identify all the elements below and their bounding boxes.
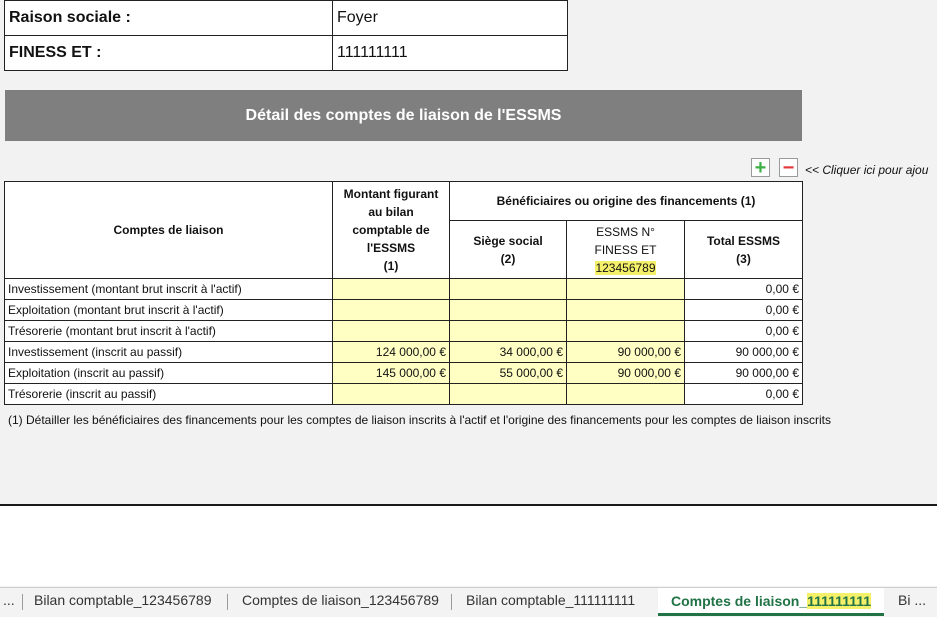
total-cell: 90 000,00 € <box>684 362 803 384</box>
essms-cell[interactable]: 90 000,00 € <box>566 362 685 384</box>
header-siege-line: (2) <box>500 251 516 266</box>
row-label: Investissement (inscrit au passif) <box>4 341 333 363</box>
siege-cell[interactable] <box>449 320 567 342</box>
finess-value[interactable]: 111111111 <box>332 35 568 71</box>
tab-bilan-comptable-111111111[interactable]: Bilan comptable_111111111 <box>466 592 635 608</box>
header-montant: Montant figurant au bilan comptable de l… <box>332 181 450 279</box>
siege-cell[interactable] <box>449 383 567 405</box>
montant-cell[interactable] <box>332 278 450 300</box>
header-siege-line: Siège social <box>473 233 543 248</box>
siege-cell[interactable] <box>449 299 567 321</box>
total-cell: 0,00 € <box>684 278 803 300</box>
row-label: Exploitation (montant brut inscrit à l'a… <box>4 299 333 321</box>
table-row: Trésorerie (montant brut inscrit à l'act… <box>4 320 803 342</box>
header-montant-line: comptable de <box>352 223 430 237</box>
header-essms-line: FINESS ET <box>594 242 657 257</box>
montant-cell[interactable]: 145 000,00 € <box>332 362 450 384</box>
remove-row-button[interactable]: − <box>779 156 798 179</box>
minus-icon: − <box>782 156 795 179</box>
tab-separator <box>451 594 452 610</box>
sheet-tab-bar: ... Bilan comptable_123456789 Comptes de… <box>0 587 937 617</box>
row-label: Investissement (montant brut inscrit à l… <box>4 278 333 300</box>
tab-bilan-comptable-123456789[interactable]: Bilan comptable_123456789 <box>34 592 211 608</box>
empty-sheet-area <box>0 506 937 586</box>
montant-cell[interactable]: 124 000,00 € <box>332 341 450 363</box>
raison-sociale-label: Raison sociale : <box>4 0 333 36</box>
table-row: Investissement (montant brut inscrit à l… <box>4 278 803 300</box>
montant-cell[interactable] <box>332 320 450 342</box>
table-row: Exploitation (montant brut inscrit à l'a… <box>4 299 803 321</box>
raison-sociale-value[interactable]: Foyer <box>332 0 568 36</box>
tab-comptes-liaison-111111111[interactable]: Comptes de liaison_ 111111111 <box>658 588 884 616</box>
montant-cell[interactable] <box>332 299 450 321</box>
header-total-line: Total ESSMS <box>706 233 781 248</box>
total-cell: 0,00 € <box>684 299 803 321</box>
header-essms-finess-number: 123456789 <box>595 260 656 275</box>
active-tab-finess: 111111111 <box>807 592 872 609</box>
header-essms-line: ESSMS N° <box>596 224 655 239</box>
essms-cell[interactable] <box>566 383 685 405</box>
row-label: Trésorerie (inscrit au passif) <box>4 383 333 405</box>
footnote: (1) Détailler les bénéficiaires des fina… <box>8 413 831 427</box>
essms-cell[interactable] <box>566 299 685 321</box>
siege-cell[interactable]: 55 000,00 € <box>449 362 567 384</box>
tab-separator <box>227 594 228 610</box>
plus-icon: + <box>754 156 767 179</box>
header-montant-line: au bilan <box>368 205 414 219</box>
section-title-banner: Détail des comptes de liaison de l'ESSMS <box>5 90 802 141</box>
montant-cell[interactable] <box>332 383 450 405</box>
header-comptes-de-liaison: Comptes de liaison <box>4 181 333 279</box>
table-row: Exploitation (inscrit au passif) 145 000… <box>4 362 803 384</box>
spreadsheet-area: Raison sociale : Foyer FINESS ET : 11111… <box>0 0 937 505</box>
header-beneficiaires: Bénéficiaires ou origine des financement… <box>449 181 803 221</box>
establishment-info-table: Raison sociale : Foyer FINESS ET : 11111… <box>4 0 568 71</box>
tab-comptes-liaison-123456789[interactable]: Comptes de liaison_123456789 <box>242 592 439 608</box>
header-montant-line: Montant figurant <box>343 187 439 201</box>
add-row-button[interactable]: + <box>751 156 770 179</box>
comptes-liaison-table: Comptes de liaison Montant figurant au b… <box>4 181 803 405</box>
total-cell: 0,00 € <box>684 320 803 342</box>
row-label: Trésorerie (montant brut inscrit à l'act… <box>4 320 333 342</box>
tab-bi-truncated[interactable]: Bi ... <box>898 592 926 608</box>
essms-cell[interactable] <box>566 278 685 300</box>
header-montant-line: l'ESSMS <box>366 241 416 255</box>
add-row-hint: << Cliquer ici pour ajou <box>805 163 929 177</box>
header-montant-line: (1) <box>383 259 399 273</box>
table-row: Investissement (inscrit au passif) 124 0… <box>4 341 803 363</box>
finess-label: FINESS ET : <box>4 35 333 71</box>
tab-separator <box>22 594 23 610</box>
essms-cell[interactable]: 90 000,00 € <box>566 341 685 363</box>
header-essms-line: 123456789 <box>570 259 681 277</box>
header-total-line: (3) <box>736 251 751 266</box>
essms-cell[interactable] <box>566 320 685 342</box>
header-siege-social: Siège social (2) <box>449 220 567 279</box>
tab-scroll-left[interactable]: ... <box>3 592 15 608</box>
header-total-essms: Total ESSMS (3) <box>684 220 803 279</box>
header-essms-finess: ESSMS N° FINESS ET 123456789 <box>566 220 685 279</box>
row-label: Exploitation (inscrit au passif) <box>4 362 333 384</box>
total-cell: 0,00 € <box>684 383 803 405</box>
active-tab-label: Comptes de liaison_ <box>670 592 808 609</box>
total-cell: 90 000,00 € <box>684 341 803 363</box>
siege-cell[interactable] <box>449 278 567 300</box>
table-row: Trésorerie (inscrit au passif) 0,00 € <box>4 383 803 405</box>
siege-cell[interactable]: 34 000,00 € <box>449 341 567 363</box>
